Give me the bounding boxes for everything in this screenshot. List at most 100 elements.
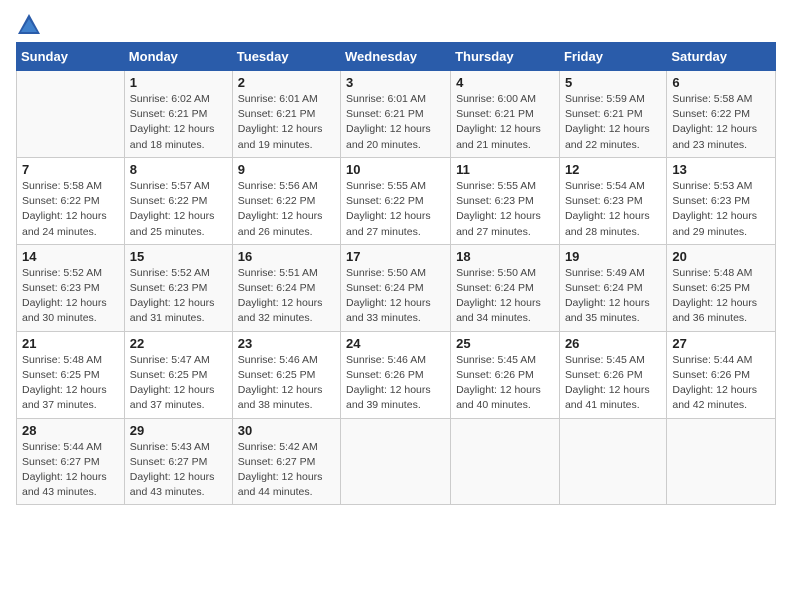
day-number: 3 [346, 75, 445, 90]
calendar-week-5: 28 Sunrise: 5:44 AM Sunset: 6:27 PM Dayli… [17, 418, 776, 505]
calendar-cell: 6 Sunrise: 5:58 AM Sunset: 6:22 PM Daylig… [667, 71, 776, 158]
calendar-week-1: 1 Sunrise: 6:02 AM Sunset: 6:21 PM Daylig… [17, 71, 776, 158]
day-info: Sunrise: 5:42 AM Sunset: 6:27 PM Dayligh… [238, 440, 335, 501]
calendar-cell: 2 Sunrise: 6:01 AM Sunset: 6:21 PM Daylig… [232, 71, 340, 158]
day-info: Sunrise: 5:52 AM Sunset: 6:23 PM Dayligh… [22, 266, 119, 327]
calendar-cell [451, 418, 560, 505]
day-info: Sunrise: 5:44 AM Sunset: 6:26 PM Dayligh… [672, 353, 770, 414]
page-header [16, 16, 776, 34]
day-info: Sunrise: 5:55 AM Sunset: 6:22 PM Dayligh… [346, 179, 445, 240]
day-info: Sunrise: 5:58 AM Sunset: 6:22 PM Dayligh… [672, 92, 770, 153]
day-number: 11 [456, 162, 554, 177]
day-info: Sunrise: 5:49 AM Sunset: 6:24 PM Dayligh… [565, 266, 661, 327]
day-info: Sunrise: 5:48 AM Sunset: 6:25 PM Dayligh… [672, 266, 770, 327]
day-info: Sunrise: 5:50 AM Sunset: 6:24 PM Dayligh… [456, 266, 554, 327]
day-info: Sunrise: 5:46 AM Sunset: 6:25 PM Dayligh… [238, 353, 335, 414]
day-number: 6 [672, 75, 770, 90]
day-info: Sunrise: 5:57 AM Sunset: 6:22 PM Dayligh… [130, 179, 227, 240]
day-header-monday: Monday [124, 43, 232, 71]
day-number: 17 [346, 249, 445, 264]
calendar-cell: 7 Sunrise: 5:58 AM Sunset: 6:22 PM Daylig… [17, 157, 125, 244]
calendar-cell: 30 Sunrise: 5:42 AM Sunset: 6:27 PM Dayli… [232, 418, 340, 505]
calendar-cell: 9 Sunrise: 5:56 AM Sunset: 6:22 PM Daylig… [232, 157, 340, 244]
calendar-cell: 3 Sunrise: 6:01 AM Sunset: 6:21 PM Daylig… [341, 71, 451, 158]
day-number: 23 [238, 336, 335, 351]
calendar-cell: 20 Sunrise: 5:48 AM Sunset: 6:25 PM Dayli… [667, 244, 776, 331]
calendar-cell: 10 Sunrise: 5:55 AM Sunset: 6:22 PM Dayli… [341, 157, 451, 244]
logo-icon [18, 14, 40, 34]
day-number: 27 [672, 336, 770, 351]
calendar-cell: 25 Sunrise: 5:45 AM Sunset: 6:26 PM Dayli… [451, 331, 560, 418]
calendar-cell [17, 71, 125, 158]
day-header-friday: Friday [559, 43, 666, 71]
calendar-cell: 12 Sunrise: 5:54 AM Sunset: 6:23 PM Dayli… [559, 157, 666, 244]
day-number: 21 [22, 336, 119, 351]
day-number: 13 [672, 162, 770, 177]
day-info: Sunrise: 5:56 AM Sunset: 6:22 PM Dayligh… [238, 179, 335, 240]
calendar-cell [341, 418, 451, 505]
calendar-cell: 4Sunrise: 6:00 AM Sunset: 6:21 PM Daylig… [451, 71, 560, 158]
calendar-cell: 11 Sunrise: 5:55 AM Sunset: 6:23 PM Dayli… [451, 157, 560, 244]
day-number: 18 [456, 249, 554, 264]
day-number: 7 [22, 162, 119, 177]
calendar-cell: 13Sunrise: 5:53 AM Sunset: 6:23 PM Dayli… [667, 157, 776, 244]
calendar-cell: 15Sunrise: 5:52 AM Sunset: 6:23 PM Dayli… [124, 244, 232, 331]
calendar-cell: 23 Sunrise: 5:46 AM Sunset: 6:25 PM Dayli… [232, 331, 340, 418]
calendar-cell: 28 Sunrise: 5:44 AM Sunset: 6:27 PM Dayli… [17, 418, 125, 505]
day-header-sunday: Sunday [17, 43, 125, 71]
day-header-wednesday: Wednesday [341, 43, 451, 71]
calendar-cell: 19Sunrise: 5:49 AM Sunset: 6:24 PM Dayli… [559, 244, 666, 331]
day-header-saturday: Saturday [667, 43, 776, 71]
calendar-cell: 29 Sunrise: 5:43 AM Sunset: 6:27 PM Dayli… [124, 418, 232, 505]
day-info: Sunrise: 5:50 AM Sunset: 6:24 PM Dayligh… [346, 266, 445, 327]
day-header-thursday: Thursday [451, 43, 560, 71]
day-info: Sunrise: 5:44 AM Sunset: 6:27 PM Dayligh… [22, 440, 119, 501]
day-info: Sunrise: 5:58 AM Sunset: 6:22 PM Dayligh… [22, 179, 119, 240]
calendar-cell: 1 Sunrise: 6:02 AM Sunset: 6:21 PM Daylig… [124, 71, 232, 158]
calendar-cell: 16 Sunrise: 5:51 AM Sunset: 6:24 PM Dayli… [232, 244, 340, 331]
calendar-header: SundayMondayTuesdayWednesdayThursdayFrid… [17, 43, 776, 71]
day-info: Sunrise: 6:02 AM Sunset: 6:21 PM Dayligh… [130, 92, 227, 153]
day-number: 5 [565, 75, 661, 90]
day-number: 12 [565, 162, 661, 177]
calendar-cell: 14 Sunrise: 5:52 AM Sunset: 6:23 PM Dayli… [17, 244, 125, 331]
day-number: 22 [130, 336, 227, 351]
day-number: 1 [130, 75, 227, 90]
day-number: 29 [130, 423, 227, 438]
day-info: Sunrise: 5:43 AM Sunset: 6:27 PM Dayligh… [130, 440, 227, 501]
day-info: Sunrise: 5:52 AM Sunset: 6:23 PM Dayligh… [130, 266, 227, 327]
day-info: Sunrise: 5:45 AM Sunset: 6:26 PM Dayligh… [565, 353, 661, 414]
day-number: 25 [456, 336, 554, 351]
calendar-cell: 24Sunrise: 5:46 AM Sunset: 6:26 PM Dayli… [341, 331, 451, 418]
day-info: Sunrise: 6:01 AM Sunset: 6:21 PM Dayligh… [238, 92, 335, 153]
day-number: 26 [565, 336, 661, 351]
calendar-cell: 26 Sunrise: 5:45 AM Sunset: 6:26 PM Dayli… [559, 331, 666, 418]
calendar-week-4: 21Sunrise: 5:48 AM Sunset: 6:25 PM Dayli… [17, 331, 776, 418]
day-info: Sunrise: 6:01 AM Sunset: 6:21 PM Dayligh… [346, 92, 445, 153]
calendar-table: SundayMondayTuesdayWednesdayThursdayFrid… [16, 42, 776, 505]
calendar-cell [559, 418, 666, 505]
day-number: 10 [346, 162, 445, 177]
day-number: 14 [22, 249, 119, 264]
day-number: 20 [672, 249, 770, 264]
day-number: 2 [238, 75, 335, 90]
day-number: 8 [130, 162, 227, 177]
calendar-cell: 17 Sunrise: 5:50 AM Sunset: 6:24 PM Dayli… [341, 244, 451, 331]
calendar-cell: 22 Sunrise: 5:47 AM Sunset: 6:25 PM Dayli… [124, 331, 232, 418]
day-number: 28 [22, 423, 119, 438]
day-info: Sunrise: 5:47 AM Sunset: 6:25 PM Dayligh… [130, 353, 227, 414]
logo [16, 16, 40, 34]
calendar-cell [667, 418, 776, 505]
day-number: 30 [238, 423, 335, 438]
calendar-cell: 5 Sunrise: 5:59 AM Sunset: 6:21 PM Daylig… [559, 71, 666, 158]
day-info: Sunrise: 5:45 AM Sunset: 6:26 PM Dayligh… [456, 353, 554, 414]
day-number: 16 [238, 249, 335, 264]
day-header-tuesday: Tuesday [232, 43, 340, 71]
day-info: Sunrise: 5:51 AM Sunset: 6:24 PM Dayligh… [238, 266, 335, 327]
day-info: Sunrise: 5:54 AM Sunset: 6:23 PM Dayligh… [565, 179, 661, 240]
calendar-cell: 8 Sunrise: 5:57 AM Sunset: 6:22 PM Daylig… [124, 157, 232, 244]
day-number: 4 [456, 75, 554, 90]
day-info: Sunrise: 5:59 AM Sunset: 6:21 PM Dayligh… [565, 92, 661, 153]
day-number: 9 [238, 162, 335, 177]
day-info: Sunrise: 5:55 AM Sunset: 6:23 PM Dayligh… [456, 179, 554, 240]
